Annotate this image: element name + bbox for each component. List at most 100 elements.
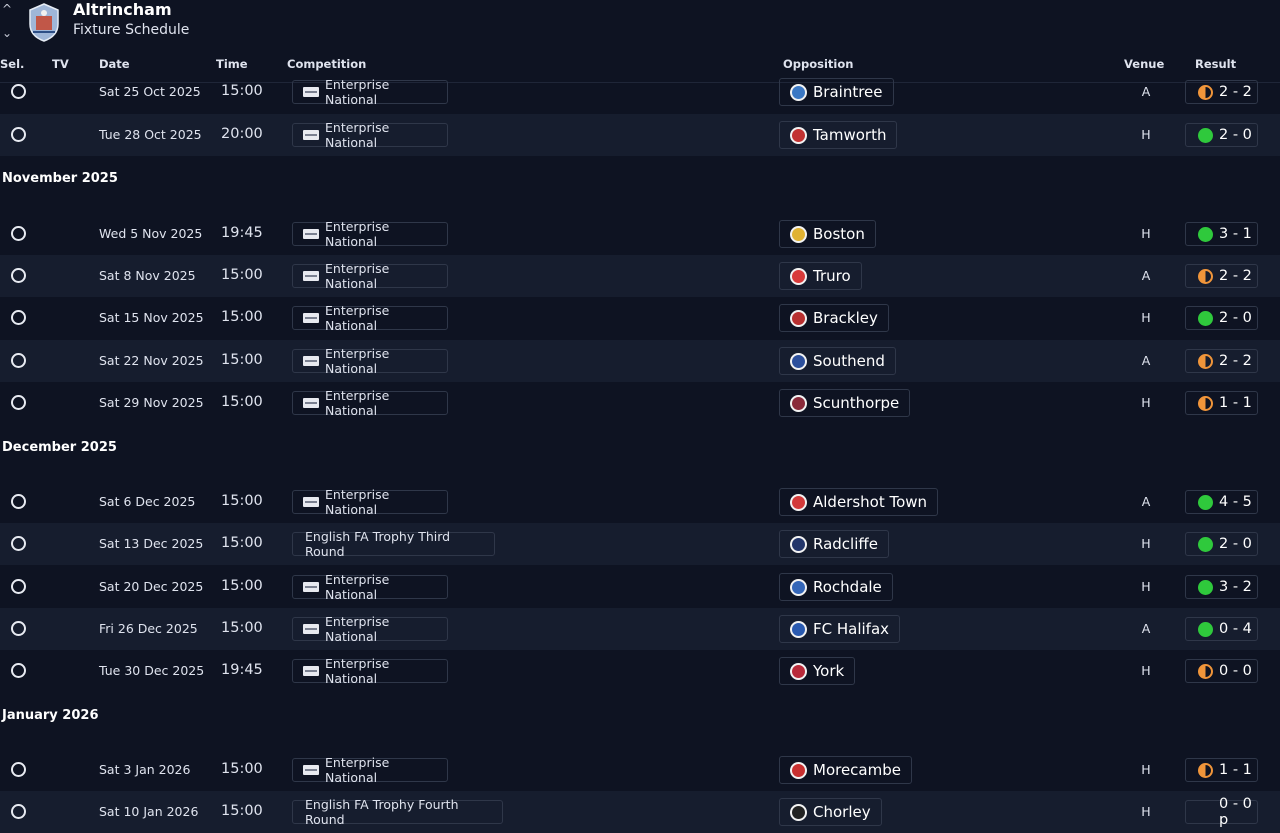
select-radio[interactable]	[11, 663, 26, 678]
competition-chip[interactable]: Enterprise National	[292, 572, 448, 602]
competition-chip[interactable]: Enterprise National	[292, 346, 448, 376]
opposition-chip[interactable]: Southend	[779, 347, 896, 375]
next-chevron-icon[interactable]: ⌄	[0, 26, 14, 40]
competition-name: Enterprise National	[325, 487, 390, 517]
competition-chip[interactable]: English FA Trophy Third Round	[292, 529, 495, 559]
table-row[interactable]: Tue 28 Oct 2025 20:00 Enterprise National T…	[0, 114, 1280, 156]
competition-chip[interactable]: Enterprise National	[292, 77, 448, 107]
opposition-name: Truro	[813, 267, 851, 285]
competition-chip[interactable]: Enterprise National	[292, 487, 448, 517]
fixture-date: Sat 3 Jan 2026	[99, 762, 191, 777]
result-chip[interactable]: 2 - 0	[1185, 123, 1258, 147]
table-row[interactable]: Sat 3 Jan 2026 15:00 Enterprise National Mo…	[0, 749, 1280, 791]
opposition-chip[interactable]: Rochdale	[779, 573, 893, 601]
opposition-name: Brackley	[813, 309, 878, 327]
select-radio[interactable]	[11, 762, 26, 777]
table-row[interactable]: Sat 15 Nov 2025 15:00 Enterprise National B…	[0, 297, 1280, 339]
competition-chip[interactable]: Enterprise National	[292, 614, 448, 644]
opposition-name: Tamworth	[813, 126, 887, 144]
opposition-chip[interactable]: York	[779, 657, 856, 685]
opposition-chip[interactable]: Boston	[779, 220, 876, 248]
venue-value: A	[1141, 353, 1151, 368]
venue-value: H	[1141, 804, 1151, 819]
table-row[interactable]: Fri 26 Dec 2025 15:00 Enterprise National F…	[0, 608, 1280, 650]
result-chip[interactable]: 1 - 1	[1185, 391, 1258, 415]
opposition-chip[interactable]: Morecambe	[779, 756, 912, 784]
table-row[interactable]: Sat 25 Oct 2025 15:00 Enterprise National B…	[0, 71, 1280, 113]
table-row[interactable]: Sat 8 Nov 2025 15:00 Enterprise National Tr…	[0, 255, 1280, 297]
opposition-name: Radcliffe	[813, 535, 878, 553]
result-chip[interactable]: 2 - 2	[1185, 264, 1258, 288]
competition-chip[interactable]: Enterprise National	[292, 120, 448, 150]
fixture-time: 15:00	[221, 620, 263, 636]
select-radio[interactable]	[11, 494, 26, 509]
competition-chip[interactable]: Enterprise National	[292, 219, 448, 249]
table-row[interactable]: Wed 5 Nov 2025 19:45 Enterprise National Bo…	[0, 213, 1280, 255]
result-score: 0 - 0 p	[1219, 796, 1252, 828]
opposition-name: Aldershot Town	[813, 493, 928, 511]
fixture-date: Sat 6 Dec 2025	[99, 494, 196, 509]
select-radio[interactable]	[11, 353, 26, 368]
opposition-crest-icon	[790, 493, 807, 511]
result-chip[interactable]: 1 - 1	[1185, 758, 1258, 782]
opposition-chip[interactable]: Tamworth	[779, 121, 898, 149]
select-radio[interactable]	[11, 310, 26, 325]
select-radio[interactable]	[11, 395, 26, 410]
select-radio[interactable]	[11, 268, 26, 283]
result-chip[interactable]: 0 - 0	[1185, 659, 1258, 683]
opposition-name: Chorley	[813, 803, 871, 821]
win-status-icon	[1198, 494, 1213, 510]
competition-chip[interactable]: Enterprise National	[292, 303, 448, 333]
result-chip[interactable]: 2 - 0	[1185, 532, 1258, 556]
fixture-time: 15:00	[221, 803, 263, 819]
win-status-icon	[1198, 536, 1213, 552]
competition-chip[interactable]: Enterprise National	[292, 261, 448, 291]
table-row[interactable]: Sat 13 Dec 2025 15:00 English FA Trophy Th…	[0, 523, 1280, 565]
table-row[interactable]: Sat 6 Dec 2025 15:00 Enterprise National Al…	[0, 481, 1280, 523]
select-radio[interactable]	[11, 579, 26, 594]
result-chip[interactable]: 3 - 2	[1185, 575, 1258, 599]
result-score: 2 - 0	[1219, 536, 1252, 552]
result-chip[interactable]: 0 - 4	[1185, 617, 1258, 641]
club-name[interactable]: Altrincham	[73, 0, 172, 19]
result-chip[interactable]: 2 - 2	[1185, 80, 1258, 104]
competition-chip[interactable]: English FA Trophy Fourth Round	[292, 797, 503, 827]
club-crest-icon	[29, 3, 59, 42]
draw-status-icon	[1198, 353, 1213, 369]
opposition-chip[interactable]: Radcliffe	[779, 530, 889, 558]
opposition-chip[interactable]: Scunthorpe	[779, 389, 911, 417]
competition-chip[interactable]: Enterprise National	[292, 656, 448, 686]
result-chip[interactable]: 2 - 2	[1185, 349, 1258, 373]
select-radio[interactable]	[11, 127, 26, 142]
select-radio[interactable]	[11, 226, 26, 241]
table-row[interactable]: Sat 20 Dec 2025 15:00 Enterprise National R…	[0, 566, 1280, 608]
opposition-chip[interactable]: Truro	[779, 262, 862, 290]
result-chip[interactable]: 3 - 1	[1185, 222, 1258, 246]
previous-chevron-icon[interactable]: ^	[0, 2, 14, 16]
result-chip[interactable]: 2 - 0	[1185, 306, 1258, 330]
opposition-chip[interactable]: Braintree	[779, 78, 894, 106]
venue-value: H	[1141, 395, 1151, 410]
select-radio[interactable]	[11, 84, 26, 99]
competition-name: English FA Trophy Third Round	[305, 529, 451, 559]
table-row[interactable]: Tue 30 Dec 2025 19:45 Enterprise National Y…	[0, 650, 1280, 692]
competition-chip[interactable]: Enterprise National	[292, 388, 448, 418]
fixture-date: Wed 5 Nov 2025	[99, 226, 203, 241]
opposition-crest-icon	[790, 352, 807, 370]
opposition-chip[interactable]: Brackley	[779, 304, 889, 332]
opposition-chip[interactable]: Aldershot Town	[779, 488, 939, 516]
result-chip[interactable]: 4 - 5	[1185, 490, 1258, 514]
opposition-chip[interactable]: FC Halifax	[779, 615, 901, 643]
venue-value: H	[1141, 762, 1151, 777]
table-row[interactable]: Sat 22 Nov 2025 15:00 Enterprise National S…	[0, 340, 1280, 382]
select-radio[interactable]	[11, 804, 26, 819]
competition-chip[interactable]: Enterprise National	[292, 755, 448, 785]
table-row[interactable]: Sat 29 Nov 2025 15:00 Enterprise National S…	[0, 382, 1280, 424]
select-radio[interactable]	[11, 536, 26, 551]
table-row[interactable]: Sat 10 Jan 2026 15:00 English FA Trophy Fo…	[0, 791, 1280, 833]
opposition-chip[interactable]: Chorley	[779, 798, 882, 826]
fixture-time: 15:00	[221, 394, 263, 410]
result-chip[interactable]: 0 - 0 p	[1185, 796, 1258, 828]
win-status-icon	[1198, 579, 1213, 595]
select-radio[interactable]	[11, 621, 26, 636]
